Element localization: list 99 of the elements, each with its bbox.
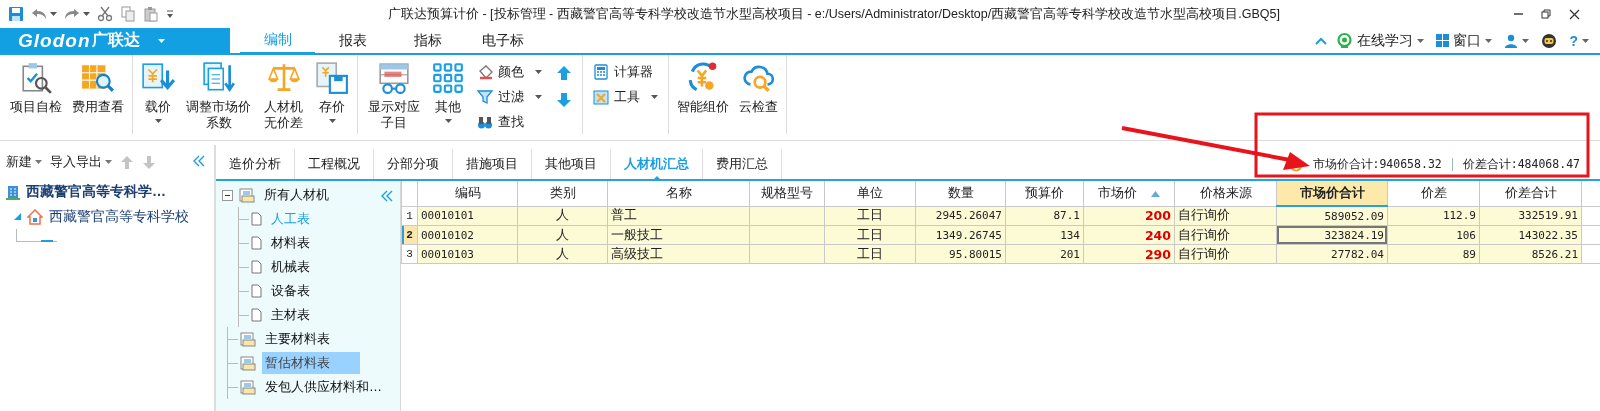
ribbon-button[interactable]: 工具 bbox=[591, 86, 660, 108]
table-glasses-icon bbox=[376, 61, 411, 95]
binoculars-icon bbox=[477, 114, 493, 130]
tree-item[interactable]: 西藏警官高等专科学校 bbox=[49, 207, 189, 226]
toolbox-icon bbox=[593, 89, 609, 105]
robot-icon bbox=[1541, 32, 1558, 49]
ribbon-button[interactable]: 云检查 bbox=[735, 61, 782, 115]
close-icon bbox=[1569, 8, 1580, 20]
tree-placeholder-mark bbox=[41, 240, 53, 242]
ribbon-button[interactable]: 智能组价 bbox=[673, 61, 733, 115]
collapse-icon bbox=[192, 153, 206, 168]
table-document-icon bbox=[239, 187, 255, 203]
ribbon-button[interactable]: 调整市场价系数 bbox=[181, 61, 257, 131]
row-number[interactable]: 1 bbox=[401, 206, 418, 226]
view-tab[interactable]: 费用汇总 bbox=[703, 149, 782, 179]
view-tab[interactable]: 工程概况 bbox=[295, 149, 374, 179]
grid-icon bbox=[431, 61, 465, 95]
caret-icon bbox=[158, 38, 166, 43]
tree-item[interactable]: 材料表 bbox=[268, 232, 313, 254]
documents-arrow-icon bbox=[201, 61, 236, 95]
menu-tab[interactable]: 报表 bbox=[315, 28, 390, 55]
caret-icon bbox=[50, 12, 57, 16]
column-header[interactable]: 名称 bbox=[607, 181, 750, 206]
paint-bucket-icon bbox=[477, 64, 493, 80]
filter-icon bbox=[477, 89, 493, 105]
help-button[interactable]: ? bbox=[1566, 32, 1592, 49]
tree-item[interactable]: 发包人供应材料和… bbox=[262, 376, 385, 398]
menu-tab[interactable]: 电子标 bbox=[465, 28, 540, 55]
tree-item[interactable]: 设备表 bbox=[268, 280, 313, 302]
document-save-icon bbox=[315, 61, 349, 95]
scissors-icon bbox=[97, 6, 113, 22]
column-header[interactable]: 市场价合计 bbox=[1276, 181, 1388, 206]
summary-total: 价差合计:484068.47 bbox=[1462, 156, 1580, 172]
tree-item[interactable]: 主要材料表 bbox=[262, 328, 333, 350]
collapse-icon bbox=[380, 189, 394, 203]
view-tab[interactable]: 措施项目 bbox=[453, 149, 532, 179]
document-icon bbox=[251, 284, 262, 298]
column-header[interactable]: 规格型号 bbox=[749, 181, 825, 206]
online-learning-button[interactable]: 在线学习 bbox=[1333, 31, 1428, 50]
document-icon bbox=[251, 308, 262, 322]
clipboard-search-icon bbox=[19, 61, 53, 95]
column-header[interactable]: 价差合计 bbox=[1479, 181, 1582, 206]
calculator-icon bbox=[593, 64, 609, 80]
tree-item[interactable]: 暂估材料表 bbox=[262, 352, 360, 374]
menu-tab[interactable]: 指标 bbox=[390, 28, 465, 55]
ribbon-button[interactable]: 计算器 bbox=[591, 61, 660, 83]
ribbon-button[interactable]: 其他 bbox=[427, 61, 469, 123]
house-icon bbox=[27, 208, 43, 225]
column-header[interactable]: 市场价 bbox=[1083, 181, 1175, 206]
ribbon-button[interactable]: 颜色 bbox=[475, 61, 544, 83]
document-icon bbox=[251, 212, 262, 226]
ribbon-button[interactable]: 费用查看 bbox=[68, 61, 128, 115]
toolbar-menu-button[interactable]: 新建 bbox=[6, 153, 42, 171]
user-icon bbox=[1504, 33, 1519, 48]
arrow-up-icon bbox=[120, 154, 134, 170]
column-header[interactable]: 编码 bbox=[417, 181, 518, 206]
grid-icon bbox=[1436, 34, 1450, 47]
restore-icon bbox=[1541, 9, 1551, 19]
chevron-up-icon bbox=[1315, 36, 1328, 45]
ribbon-button[interactable]: 项目自检 bbox=[6, 61, 66, 115]
ribbon-button[interactable]: 显示对应子目 bbox=[362, 61, 425, 131]
column-header[interactable]: 类别 bbox=[517, 181, 608, 206]
view-tab[interactable]: 造价分析 bbox=[216, 149, 295, 179]
table-document-icon bbox=[240, 355, 256, 371]
column-header[interactable]: 数量 bbox=[915, 181, 1006, 206]
building-icon bbox=[6, 183, 20, 200]
tree-item[interactable]: 机械表 bbox=[268, 256, 313, 278]
arrow-down-icon bbox=[556, 92, 572, 108]
tree-item[interactable]: 西藏警官高等专科学… bbox=[26, 182, 166, 201]
document-icon bbox=[251, 260, 262, 274]
summary-total: 市场价合计:940658.32 bbox=[1312, 156, 1442, 172]
toolbar-menu-button[interactable]: 导入导出 bbox=[50, 153, 112, 171]
ribbon-button[interactable]: 载价 bbox=[137, 61, 179, 123]
copy-icon bbox=[120, 6, 136, 22]
paste-icon bbox=[143, 6, 159, 22]
ribbon-button[interactable]: 人材机无价差 bbox=[258, 61, 309, 131]
minimize-icon bbox=[1514, 13, 1523, 15]
caret-icon bbox=[83, 12, 90, 16]
table-document-icon bbox=[240, 331, 256, 347]
column-header[interactable]: 预算价 bbox=[1005, 181, 1084, 206]
ribbon-button[interactable]: 存价 bbox=[311, 61, 353, 123]
save-icon bbox=[8, 6, 24, 22]
arrow-up-icon bbox=[556, 65, 572, 81]
column-header[interactable]: 价格来源 bbox=[1174, 181, 1277, 206]
tree-item[interactable]: 主材表 bbox=[268, 304, 313, 326]
window-title: 广联达预算计价 - [投标管理 - 西藏警官高等专科学校改造节水型高校项目 - e:/Users/Administrator/Desktop/西藏警官高等专科学校改造节水型高校项目.GBQ5] bbox=[388, 5, 1281, 23]
table-document-icon bbox=[240, 379, 256, 395]
view-tab[interactable]: 其他项目 bbox=[532, 149, 611, 179]
column-header[interactable]: 单位 bbox=[824, 181, 916, 206]
window-menu-button[interactable]: 窗口 bbox=[1433, 31, 1496, 50]
document-icon bbox=[251, 236, 262, 250]
ribbon-button[interactable]: 查找 bbox=[475, 111, 544, 133]
arrow-down-icon bbox=[142, 154, 156, 170]
column-header[interactable]: 价差 bbox=[1387, 181, 1480, 206]
ribbon-button[interactable]: 过滤 bbox=[475, 86, 544, 108]
view-tab[interactable]: 分部分项 bbox=[374, 149, 453, 179]
tree-item[interactable]: 所有人材机 bbox=[261, 184, 332, 206]
headset-icon bbox=[1336, 32, 1354, 49]
customize-icon bbox=[166, 9, 174, 19]
